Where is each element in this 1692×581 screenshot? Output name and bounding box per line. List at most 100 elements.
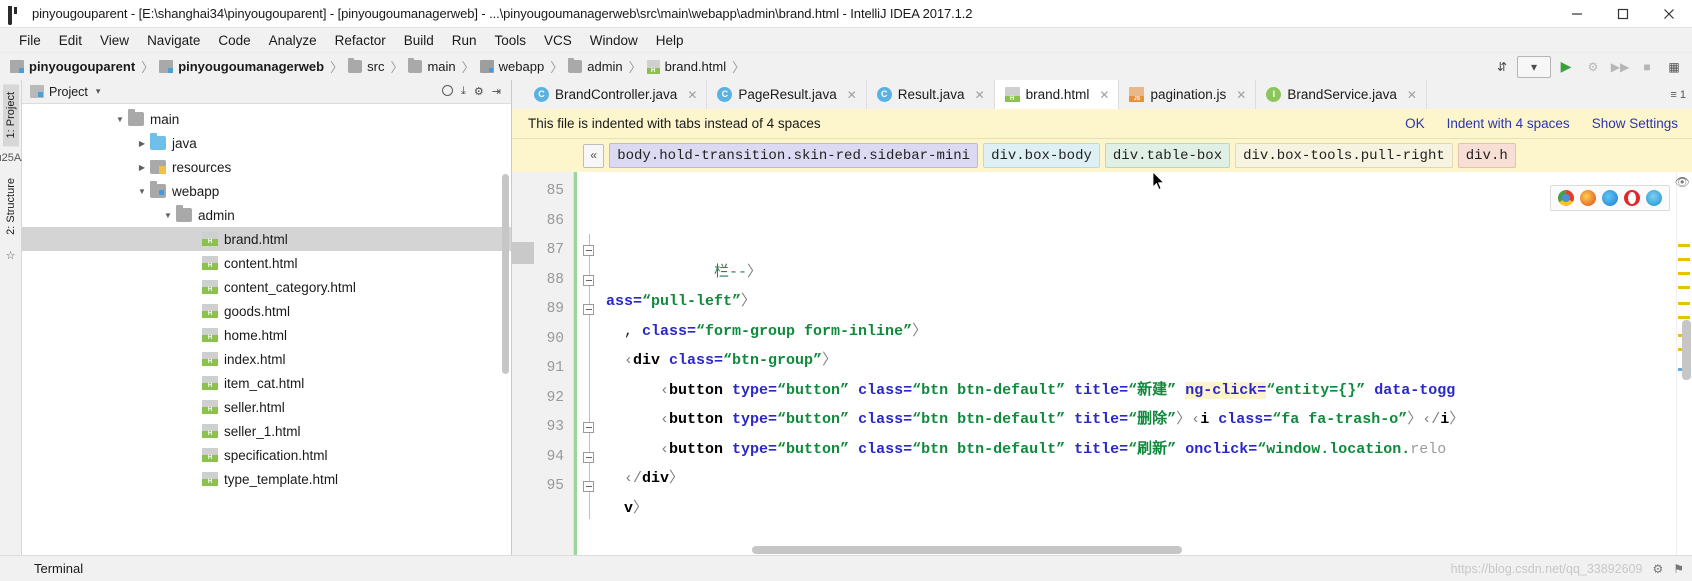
chevron-right-icon[interactable] <box>134 163 150 172</box>
tab-pagination-js[interactable]: pagination.js ✕ <box>1119 80 1257 109</box>
run-icon[interactable]: ▶ <box>1554 56 1578 78</box>
menu-edit[interactable]: Edit <box>50 31 91 50</box>
code-line[interactable]: ‹button type=“button” class=“btn btn-def… <box>600 376 1676 406</box>
breadcrumb-div-box-body[interactable]: div.box-body <box>983 143 1100 168</box>
sidebar-item-project[interactable]: 1: Project <box>2 84 19 147</box>
tree-node-resources[interactable]: resources <box>22 155 511 179</box>
menu-build[interactable]: Build <box>395 31 443 50</box>
favorites-star-icon[interactable]: ☆ <box>6 249 16 262</box>
settings-gear-icon[interactable]: ⚙ <box>474 85 484 98</box>
nav-crumb-webapp[interactable]: webapp <box>499 59 545 74</box>
internet-explorer-browser-icon[interactable] <box>1646 190 1662 206</box>
tree-node-brand-html[interactable]: brand.html <box>22 227 511 251</box>
tab-brandservice-java[interactable]: I BrandService.java ✕ <box>1256 80 1427 109</box>
tree-node-home-html[interactable]: home.html <box>22 323 511 347</box>
chevron-right-icon[interactable] <box>134 139 150 148</box>
close-icon[interactable]: ✕ <box>1236 88 1246 102</box>
breadcrumb-div-h[interactable]: div.h <box>1457 143 1516 168</box>
chevron-down-icon[interactable]: ▾ <box>96 86 101 97</box>
nav-crumb-admin[interactable]: admin <box>587 59 622 74</box>
collapse-all-icon[interactable]: ⤓ <box>461 85 466 98</box>
code-line[interactable]: 栏--〉 <box>600 258 1676 288</box>
nav-crumb-pinyougoumanagerweb[interactable]: pinyougoumanagerweb <box>178 59 324 74</box>
menu-window[interactable]: Window <box>581 31 647 50</box>
menu-code[interactable]: Code <box>209 31 259 50</box>
close-icon[interactable]: ✕ <box>687 88 697 102</box>
tree-node-main[interactable]: main <box>22 107 511 131</box>
fold-toggle-icon[interactable] <box>583 481 594 493</box>
project-tree-scrollbar[interactable] <box>502 174 509 374</box>
breadcrumb-collapse-button[interactable]: « <box>583 143 605 168</box>
code-line[interactable]: ‹button type=“button” class=“btn btn-def… <box>600 405 1676 435</box>
fold-toggle-icon[interactable] <box>583 451 594 463</box>
fold-toggle-icon[interactable] <box>583 274 594 286</box>
menu-run[interactable]: Run <box>443 31 486 50</box>
chevron-down-icon[interactable] <box>134 187 150 196</box>
hide-panel-icon[interactable]: ⇥ <box>492 85 501 98</box>
code-editor[interactable]: 85 86 87 88 89 90 91 92 93 94 95 栏--〉 as… <box>512 172 1692 555</box>
tree-node-java[interactable]: java <box>22 131 511 155</box>
code-line[interactable]: ‹button type=“button” class=“btn btn-def… <box>600 435 1676 465</box>
code-line[interactable]: , class=“form-group form-inline”〉 <box>600 317 1676 347</box>
chevron-down-icon[interactable] <box>160 211 176 220</box>
tree-node-item-cat-html[interactable]: item_cat.html <box>22 371 511 395</box>
code-line[interactable]: ass=“pull-left”〉 <box>600 287 1676 317</box>
debug-icon[interactable]: ⚙ <box>1581 56 1605 78</box>
fold-toggle-icon[interactable] <box>583 245 594 257</box>
close-icon[interactable]: ✕ <box>1407 88 1417 102</box>
tab-brand-html[interactable]: brand.html ✕ <box>994 80 1120 109</box>
tree-node-seller-1-html[interactable]: seller_1.html <box>22 419 511 443</box>
tree-node-webapp[interactable]: webapp <box>22 179 511 203</box>
stop-icon[interactable]: ■ <box>1635 56 1659 78</box>
chrome-browser-icon[interactable] <box>1558 190 1574 206</box>
opera-browser-icon[interactable] <box>1624 190 1640 206</box>
menu-analyze[interactable]: Analyze <box>260 31 326 50</box>
tree-node-content-html[interactable]: content.html <box>22 251 511 275</box>
chevron-down-icon[interactable] <box>112 115 128 124</box>
close-icon[interactable]: ✕ <box>847 88 857 102</box>
fold-toggle-icon[interactable] <box>583 422 594 434</box>
sidebar-item-structure[interactable]: 2: Structure <box>3 170 19 243</box>
scope-icon[interactable] <box>442 84 454 99</box>
code-text[interactable]: 栏--〉 ass=“pull-left”〉 , class=“form-group… <box>600 172 1676 555</box>
minimize-button[interactable] <box>1554 0 1600 28</box>
terminal-button[interactable]: Terminal <box>34 561 83 576</box>
editor-horizontal-scrollbar[interactable] <box>752 546 1182 554</box>
menu-navigate[interactable]: Navigate <box>138 31 209 50</box>
notification-indent-link[interactable]: Indent with 4 spaces <box>1447 116 1570 131</box>
preview-eye-icon[interactable]: 👁 <box>1675 175 1690 189</box>
menu-help[interactable]: Help <box>647 31 693 50</box>
menu-vcs[interactable]: VCS <box>535 31 581 50</box>
code-line[interactable]: v〉 <box>600 494 1676 524</box>
menu-view[interactable]: View <box>91 31 138 50</box>
tree-node-type-template-html[interactable]: type_template.html <box>22 467 511 491</box>
tree-node-content-category-html[interactable]: content_category.html <box>22 275 511 299</box>
breadcrumb-body[interactable]: body.hold-transition.skin-red.sidebar-mi… <box>609 143 979 168</box>
notification-ok-link[interactable]: OK <box>1405 116 1425 131</box>
nav-crumb-pinyougouparent[interactable]: pinyougouparent <box>29 59 135 74</box>
tree-node-goods-html[interactable]: goods.html <box>22 299 511 323</box>
close-icon[interactable]: ✕ <box>975 88 985 102</box>
edge-browser-icon[interactable] <box>1602 190 1618 206</box>
code-line[interactable]: ‹div class=“btn-group”〉 <box>600 346 1676 376</box>
line-number-gutter[interactable]: 85 86 87 88 89 90 91 92 93 94 95 <box>512 172 574 555</box>
tab-result-java[interactable]: C Result.java ✕ <box>866 80 995 109</box>
menu-tools[interactable]: Tools <box>486 31 536 50</box>
tree-node-admin[interactable]: admin <box>22 203 511 227</box>
code-folding-strip[interactable] <box>574 172 600 555</box>
settings-gear-icon[interactable]: ⚙ <box>1652 562 1663 576</box>
code-line[interactable]: ‹/div〉 <box>600 464 1676 494</box>
tab-brandcontroller-java[interactable]: C BrandController.java ✕ <box>524 80 708 109</box>
run-config-dropdown[interactable]: ▾ <box>1517 55 1551 78</box>
coverage-icon[interactable]: ▶▶ <box>1608 56 1632 78</box>
layout-icon[interactable]: ▦ <box>1662 56 1686 78</box>
editor-vertical-scrollbar[interactable] <box>1682 320 1691 380</box>
nav-crumb-src[interactable]: src <box>367 59 384 74</box>
nav-crumb-main[interactable]: main <box>427 59 455 74</box>
menu-refactor[interactable]: Refactor <box>326 31 395 50</box>
close-icon[interactable]: ✕ <box>1099 88 1109 102</box>
notification-show-settings-link[interactable]: Show Settings <box>1592 116 1678 131</box>
breadcrumb-div-box-tools[interactable]: div.box-tools.pull-right <box>1235 143 1453 168</box>
tab-pageresult-java[interactable]: C PageResult.java ✕ <box>707 80 867 109</box>
notification-bell-icon[interactable]: ⚑ <box>1673 562 1684 576</box>
